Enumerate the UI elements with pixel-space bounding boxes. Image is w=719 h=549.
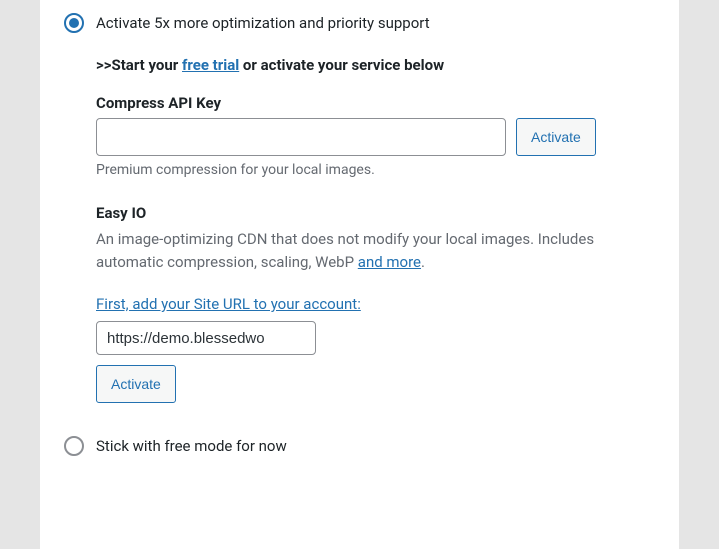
compress-helper-text: Premium compression for your local image… (96, 162, 655, 178)
compress-api-heading: Compress API Key (96, 94, 655, 112)
premium-radio[interactable] (64, 13, 84, 33)
free-radio[interactable] (64, 436, 84, 456)
easyio-desc-prefix: An image-optimizing CDN that does not mo… (96, 230, 594, 271)
easyio-desc-suffix: . (421, 253, 425, 271)
premium-option: Activate 5x more optimization and priori… (64, 12, 655, 403)
easyio-description: An image-optimizing CDN that does not mo… (96, 228, 655, 273)
start-suffix: or activate your service below (239, 56, 444, 74)
compress-activate-button[interactable]: Activate (516, 118, 596, 156)
add-site-url-link[interactable]: First, add your Site URL to your account… (96, 295, 361, 313)
easyio-heading: Easy IO (96, 204, 655, 222)
easyio-and-more-link[interactable]: and more (358, 253, 421, 271)
free-trial-link[interactable]: free trial (182, 56, 239, 74)
settings-panel: Activate 5x more optimization and priori… (40, 0, 679, 549)
free-option: Stick with free mode for now (64, 435, 655, 460)
compress-api-key-input[interactable] (96, 118, 506, 156)
site-url-input[interactable] (96, 321, 316, 355)
easyio-activate-button[interactable]: Activate (96, 365, 176, 403)
start-trial-line: >>Start your free trial or activate your… (96, 56, 655, 74)
free-option-label[interactable]: Stick with free mode for now (96, 435, 655, 455)
start-prefix: >>Start your (96, 56, 182, 74)
premium-option-label[interactable]: Activate 5x more optimization and priori… (96, 12, 655, 32)
